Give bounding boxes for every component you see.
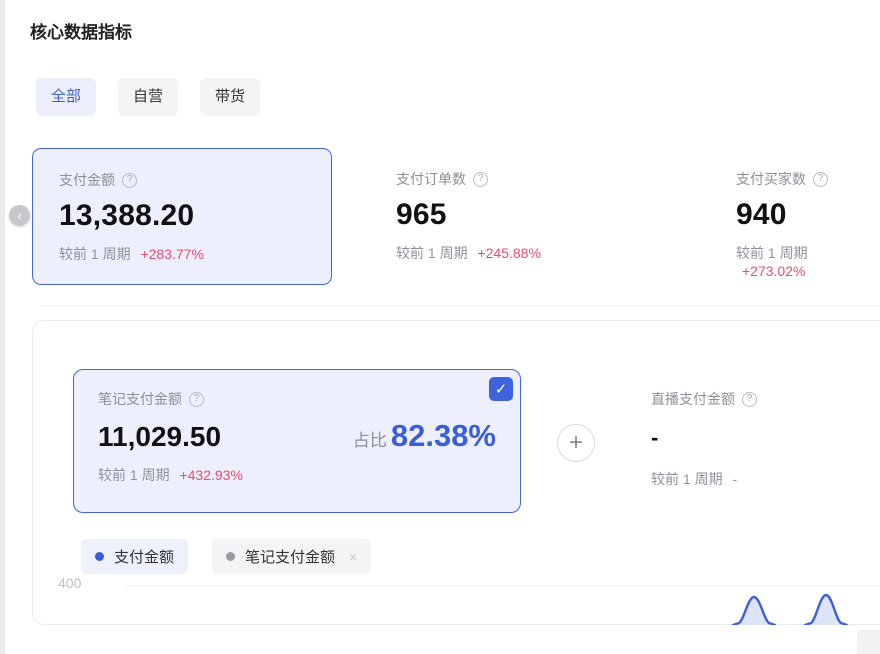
compare-label: 较前 1 周期 — [736, 245, 808, 261]
help-icon[interactable]: ? — [473, 172, 488, 187]
metric-compare-row: 较前 1 周期 - — [651, 469, 757, 489]
breakdown-card-live-payment[interactable]: 直播支付金额 ? - 较前 1 周期 - — [651, 389, 757, 489]
help-icon[interactable]: ? — [742, 392, 757, 407]
metric-label: 直播支付金额 — [651, 389, 735, 409]
metric-compare-row: 较前 1 周期 +432.93% — [98, 465, 496, 485]
share-value: 82.38% — [391, 418, 496, 454]
delta-value: +283.77% — [140, 246, 203, 262]
delta-value: +432.93% — [179, 467, 242, 483]
chevron-left-icon: ‹ — [17, 209, 21, 222]
metric-card-payment-amount[interactable]: 支付金额 ? 13,388.20 较前 1 周期 +283.77% — [32, 148, 332, 285]
help-icon[interactable]: ? — [122, 173, 137, 188]
chart-legend: 支付金额 笔记支付金额 × — [81, 539, 371, 574]
legend-label: 支付金额 — [114, 546, 174, 567]
metric-label: 笔记支付金额 — [98, 389, 182, 409]
compare-label: 较前 1 周期 — [651, 471, 723, 487]
metric-compare-row: 较前 1 周期 +273.02% — [736, 243, 854, 279]
metric-value: - — [651, 425, 757, 451]
metric-value: 13,388.20 — [59, 199, 305, 233]
legend-label: 笔记支付金额 — [245, 546, 335, 567]
metric-compare-row: 较前 1 周期 +245.88% — [396, 243, 644, 263]
share-label: 占比 — [353, 426, 387, 451]
legend-item-note-payment-amount[interactable]: 笔记支付金额 × — [212, 539, 371, 574]
tab-self-operated[interactable]: 自营 — [118, 78, 178, 116]
check-icon: ✓ — [495, 380, 508, 398]
share-wrap: 占比 82.38% — [353, 418, 496, 454]
tab-all[interactable]: 全部 — [36, 78, 96, 116]
chart-panel: ✓ 笔记支付金额 ? 11,029.50 占比 82.38% 较前 1 周期 +… — [32, 320, 880, 625]
legend-item-payment-amount[interactable]: 支付金额 — [81, 539, 188, 574]
delta-value: +245.88% — [477, 245, 540, 261]
area-chart[interactable] — [33, 589, 880, 625]
metric-card-buyer-count[interactable]: 支付买家数 ? 940 较前 1 周期 +273.02% — [710, 148, 880, 285]
bottom-right-widget — [857, 630, 880, 654]
metric-card-order-count[interactable]: 支付订单数 ? 965 较前 1 周期 +245.88% — [370, 148, 670, 285]
scope-tabs: 全部 自营 带货 — [36, 78, 260, 116]
carousel-prev-button[interactable]: ‹ — [9, 205, 30, 226]
metric-label: 支付金额 — [59, 170, 115, 190]
add-metric-button[interactable]: + — [557, 424, 595, 462]
metric-value: 940 — [736, 198, 854, 232]
plus-icon: + — [569, 431, 583, 455]
metric-label: 支付订单数 — [396, 169, 466, 189]
compare-label: 较前 1 周期 — [59, 246, 131, 262]
page-edge — [0, 0, 5, 654]
section-divider — [40, 305, 880, 306]
metric-value: 11,029.50 — [98, 421, 221, 453]
delta-value: +273.02% — [742, 263, 805, 279]
chart-area-fill — [805, 595, 847, 625]
close-icon[interactable]: × — [349, 549, 357, 565]
checkbox-checked-icon[interactable]: ✓ — [489, 377, 513, 401]
chart-gridline — [126, 585, 880, 586]
legend-dot-icon — [226, 552, 235, 561]
compare-label: 较前 1 周期 — [396, 245, 468, 261]
metric-value: 965 — [396, 198, 644, 232]
legend-dot-icon — [95, 552, 104, 561]
help-icon[interactable]: ? — [189, 392, 204, 407]
delta-value: - — [732, 471, 737, 487]
metric-label: 支付买家数 — [736, 169, 806, 189]
chart-area-fill — [733, 597, 775, 625]
tab-affiliate[interactable]: 带货 — [200, 78, 260, 116]
breakdown-card-note-payment[interactable]: ✓ 笔记支付金额 ? 11,029.50 占比 82.38% 较前 1 周期 +… — [73, 369, 521, 513]
page-title: 核心数据指标 — [30, 18, 132, 43]
compare-label: 较前 1 周期 — [98, 467, 170, 483]
help-icon[interactable]: ? — [813, 172, 828, 187]
metric-compare-row: 较前 1 周期 +283.77% — [59, 244, 305, 264]
